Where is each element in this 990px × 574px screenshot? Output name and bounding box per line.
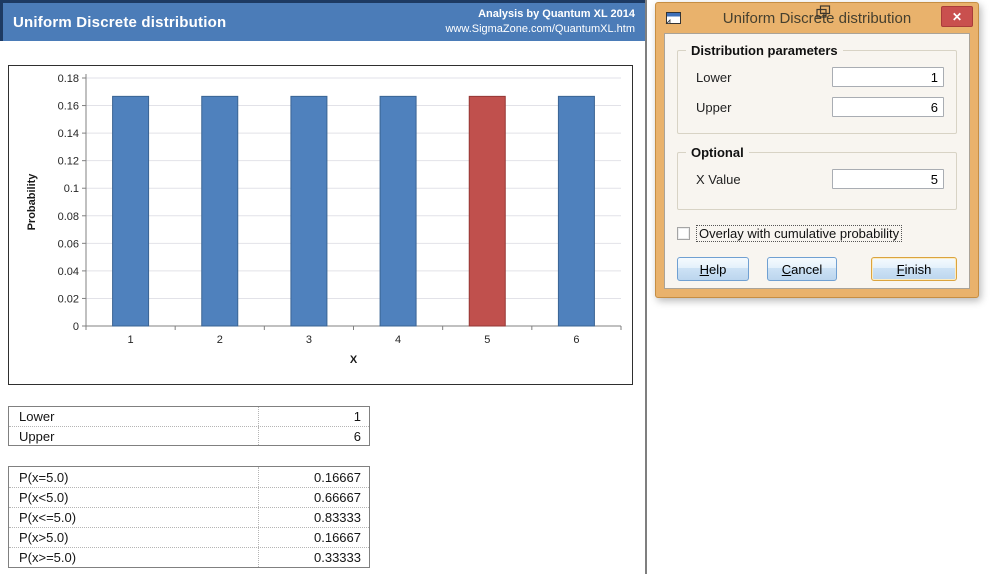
group-title: Optional bbox=[686, 145, 749, 160]
field-row-upper: Upper bbox=[690, 97, 944, 117]
credit-line-1: Analysis by Quantum XL 2014 bbox=[445, 7, 635, 22]
x-tick-label: 2 bbox=[217, 334, 223, 346]
form-cursor-icon bbox=[816, 5, 831, 19]
table-row: P(x<5.0)0.66667 bbox=[9, 487, 369, 507]
field-row-x-value: X Value bbox=[690, 169, 944, 189]
group-optional: Optional X Value bbox=[677, 152, 957, 210]
y-tick-label: 0.1 bbox=[64, 183, 79, 195]
y-tick-label: 0.02 bbox=[58, 293, 79, 305]
cancel-button[interactable]: Cancel bbox=[767, 257, 837, 281]
page-title: Uniform Discrete distribution bbox=[13, 14, 226, 31]
lower-label: Lower bbox=[690, 70, 832, 85]
y-tick-label: 0.08 bbox=[58, 211, 79, 223]
overlay-checkbox-label[interactable]: Overlay with cumulative probability bbox=[697, 226, 901, 241]
table-cell-value: 0.83333 bbox=[258, 508, 369, 527]
table-row: P(x<=5.0)0.83333 bbox=[9, 507, 369, 527]
distribution-chart[interactable]: 0 0.02 0.04 0.06 0.08 0.1 0.12 0.14 0.16 0.18 1 2 3 4… bbox=[8, 65, 633, 385]
table-row: P(x>=5.0)0.33333 bbox=[9, 547, 369, 567]
y-tick-label: 0.16 bbox=[58, 101, 79, 113]
lower-input[interactable] bbox=[832, 67, 944, 87]
bounds-table: Lower1Upper6 bbox=[8, 406, 370, 446]
finish-button[interactable]: Finish bbox=[871, 257, 957, 281]
bar[interactable] bbox=[380, 96, 416, 326]
y-tick-label: 0 bbox=[73, 321, 79, 333]
y-tick-label: 0.18 bbox=[58, 73, 79, 85]
group-distribution-parameters: Distribution parameters Lower Upper bbox=[677, 50, 957, 134]
y-tick-label: 0.04 bbox=[58, 266, 79, 278]
x-value-input[interactable] bbox=[832, 169, 944, 189]
upper-input[interactable] bbox=[832, 97, 944, 117]
table-cell-label: P(x<5.0) bbox=[9, 488, 258, 507]
table-row: Lower1 bbox=[9, 407, 369, 426]
overlay-checkbox-row: Overlay with cumulative probability bbox=[677, 226, 957, 241]
field-row-lower: Lower bbox=[690, 67, 944, 87]
table-cell-label: P(x>=5.0) bbox=[9, 548, 258, 567]
x-axis-title: X bbox=[350, 354, 358, 366]
x-tick-label: 1 bbox=[128, 334, 134, 346]
bar-highlighted[interactable] bbox=[469, 96, 505, 326]
x-tick-label: 5 bbox=[484, 334, 490, 346]
probability-table: P(x=5.0)0.16667P(x<5.0)0.66667P(x<=5.0)0… bbox=[8, 466, 370, 568]
x-tick-label: 6 bbox=[573, 334, 579, 346]
dialog-button-row: Help Cancel Finish bbox=[677, 257, 957, 281]
credit-block: Analysis by Quantum XL 2014 www.SigmaZon… bbox=[445, 7, 635, 37]
table-cell-value: 0.16667 bbox=[258, 467, 369, 487]
dialog-title-bar[interactable]: Uniform Discrete distribution ✕ bbox=[656, 3, 978, 33]
overlay-checkbox[interactable] bbox=[677, 227, 690, 240]
y-tick-label: 0.06 bbox=[58, 238, 79, 250]
distribution-dialog: Uniform Discrete distribution ✕ Distribu… bbox=[655, 2, 979, 298]
help-button[interactable]: Help bbox=[677, 257, 749, 281]
upper-label: Upper bbox=[690, 100, 832, 115]
y-tick-label: 0.14 bbox=[58, 128, 79, 140]
table-cell-label: Upper bbox=[9, 427, 258, 445]
dialog-body: Distribution parameters Lower Upper Opti… bbox=[664, 33, 970, 289]
x-tick-label: 3 bbox=[306, 334, 312, 346]
bar[interactable] bbox=[113, 96, 149, 326]
close-icon[interactable]: ✕ bbox=[941, 6, 973, 27]
window-divider bbox=[645, 0, 647, 574]
table-cell-value: 0.16667 bbox=[258, 528, 369, 547]
group-title: Distribution parameters bbox=[686, 43, 843, 58]
table-cell-label: P(x<=5.0) bbox=[9, 508, 258, 527]
bar-chart-svg: 0 0.02 0.04 0.06 0.08 0.1 0.12 0.14 0.16 0.18 1 2 3 4… bbox=[9, 66, 632, 384]
report-header: Uniform Discrete distribution Analysis b… bbox=[0, 0, 645, 41]
bar[interactable] bbox=[202, 96, 238, 326]
table-row: P(x=5.0)0.16667 bbox=[9, 467, 369, 487]
table-cell-label: P(x>5.0) bbox=[9, 528, 258, 547]
table-row: Upper6 bbox=[9, 426, 369, 445]
y-axis-title: Probability bbox=[26, 173, 38, 231]
table-cell-value: 1 bbox=[258, 407, 369, 426]
table-cell-value: 0.33333 bbox=[258, 548, 369, 567]
x-value-label: X Value bbox=[690, 172, 832, 187]
x-tick-label: 4 bbox=[395, 334, 401, 346]
table-row: P(x>5.0)0.16667 bbox=[9, 527, 369, 547]
table-cell-label: P(x=5.0) bbox=[9, 467, 258, 487]
table-cell-label: Lower bbox=[9, 407, 258, 426]
bar[interactable] bbox=[291, 96, 327, 326]
table-cell-value: 0.66667 bbox=[258, 488, 369, 507]
table-cell-value: 6 bbox=[258, 427, 369, 445]
credit-line-2: www.SigmaZone.com/QuantumXL.htm bbox=[445, 22, 635, 37]
y-tick-label: 0.12 bbox=[58, 156, 79, 168]
bar[interactable] bbox=[558, 96, 594, 326]
